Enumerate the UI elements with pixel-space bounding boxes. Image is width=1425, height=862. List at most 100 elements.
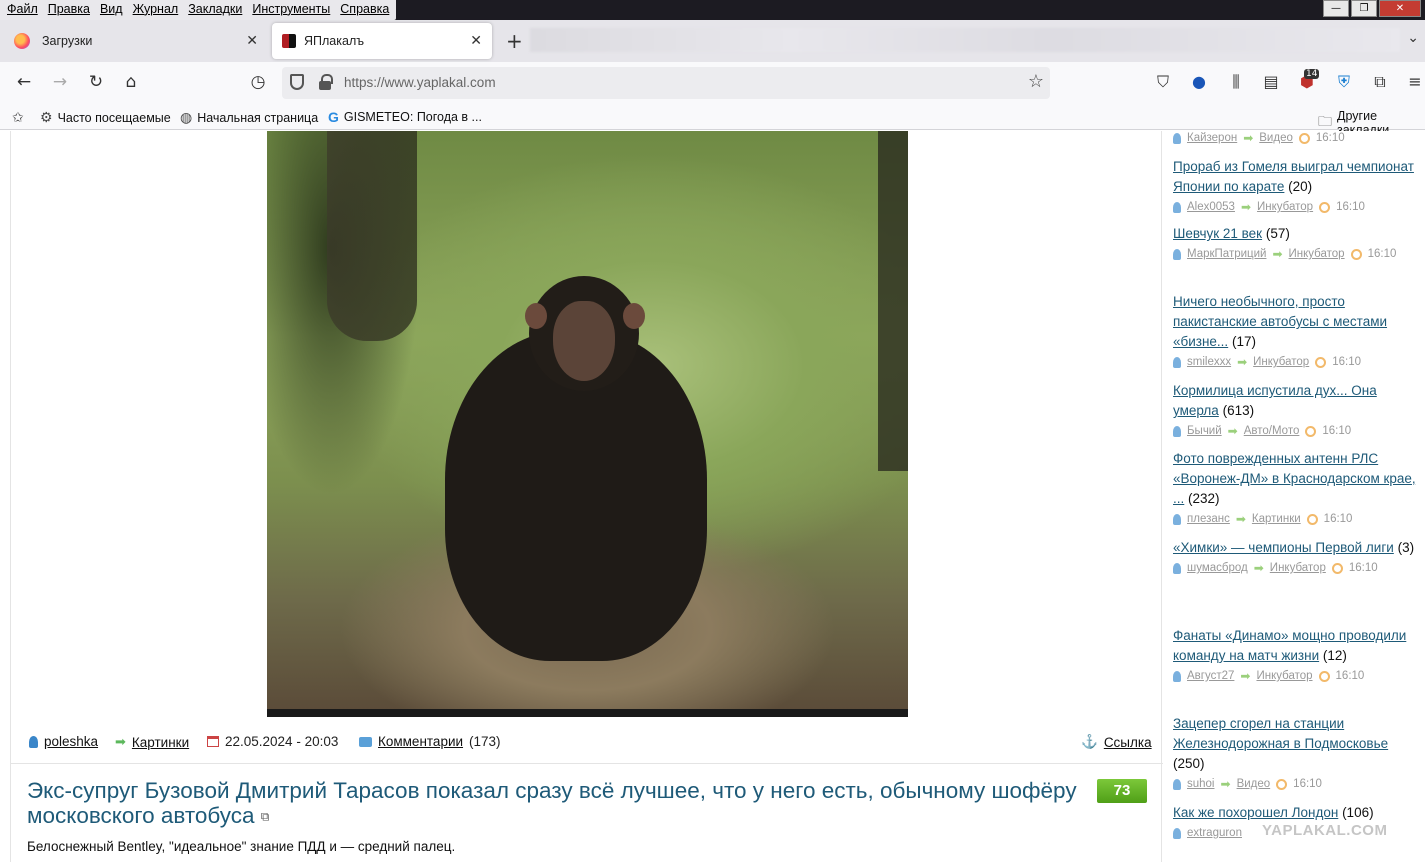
tracking-shield-icon[interactable] — [290, 74, 304, 90]
sidebar-title-link[interactable]: Как же похорошел Лондон — [1173, 805, 1338, 820]
window-controls: — ❐ ✕ — [1323, 0, 1421, 17]
arrow-right-icon: ➡ — [1243, 131, 1254, 145]
extension-badge: 14 — [1304, 69, 1320, 79]
sidebar-section-link[interactable]: Инкубатор — [1253, 352, 1309, 372]
sidebar-section-link[interactable]: Инкубатор — [1289, 244, 1345, 264]
chevron-down-icon[interactable]: ⌄ — [1407, 30, 1419, 46]
post-section: ➡ Картинки — [115, 734, 189, 750]
restore-button[interactable]: ❐ — [1351, 0, 1377, 17]
vpn-shield-icon[interactable]: ⛨ — [1333, 72, 1355, 92]
sidebar-section-link[interactable]: Инкубатор — [1257, 197, 1313, 217]
sidebar-title-link[interactable]: «Химки» — чемпионы Первой лиги — [1173, 540, 1394, 555]
arrow-right-icon: ➡ — [1240, 200, 1252, 214]
sidebar-item-title: «Химки» — чемпионы Первой лиги (3) — [1173, 538, 1423, 558]
sidebar-section-link[interactable]: Видео — [1259, 131, 1293, 148]
hamburger-menu-icon[interactable]: ≡ — [1404, 72, 1425, 91]
url-bar[interactable]: https://www.yaplakal.com ☆ — [282, 67, 1050, 99]
sidebar-user-link[interactable]: плезанс — [1187, 509, 1230, 529]
sidebar-section-link[interactable]: Картинки — [1252, 509, 1301, 529]
sidebar-item: Прораб из Гомеля выиграл чемпионат Япони… — [1173, 157, 1423, 217]
arrow-right-icon: ➡ — [1253, 561, 1264, 575]
sidebar-user-link[interactable]: smilexxx — [1187, 352, 1231, 372]
sidebar-user-link[interactable]: Alex0053 — [1187, 197, 1235, 217]
history-clock-icon[interactable]: ◷ — [246, 72, 270, 92]
permalink[interactable]: Ссылка — [1104, 735, 1152, 750]
menu-file[interactable]: Файл — [2, 0, 43, 20]
forward-icon[interactable]: → — [48, 72, 72, 92]
section-link[interactable]: Картинки — [132, 735, 189, 750]
close-tab-icon[interactable]: ✕ — [246, 32, 258, 49]
library-icon[interactable]: ⫼ — [1225, 72, 1247, 92]
sidebar-time: 16:10 — [1332, 356, 1361, 368]
sidebar-item-meta: suhoi ➡ Видео 16:10 — [1173, 774, 1423, 794]
home-icon[interactable]: ⌂ — [119, 72, 143, 92]
sidebar-item-title: Шевчук 21 век (57) — [1173, 224, 1423, 244]
sidebar-icon[interactable]: ▤ — [1260, 72, 1282, 91]
sidebar-item-title: Зацепер сгорел на станции Железнодорожна… — [1173, 714, 1423, 774]
arrow-right-icon: ➡ — [1227, 424, 1238, 438]
tab-downloads[interactable]: Загрузки ✕ — [2, 23, 268, 59]
sidebar-user-link[interactable]: Бычий — [1187, 421, 1222, 441]
sidebar-time: 16:10 — [1322, 425, 1352, 437]
sidebar-section-link[interactable]: Инкубатор — [1270, 558, 1326, 578]
sidebar-title-link[interactable]: Фанаты «Динамо» мощно проводили команду … — [1173, 628, 1406, 663]
sidebar-item: Ничего необычного, просто пакистанские а… — [1173, 292, 1423, 372]
menu-tools[interactable]: Инструменты — [247, 0, 335, 20]
next-post-title-text[interactable]: Экс-супруг Бузовой Дмитрий Тарасов показ… — [27, 778, 1077, 828]
close-window-button[interactable]: ✕ — [1379, 0, 1421, 17]
tab-yaplakal[interactable]: ЯПлакалъ ✕ — [272, 23, 492, 59]
post-image-chimpanzee[interactable] — [267, 131, 908, 717]
next-post-subtitle: Белоснежный Bentley, "идеальное" знание … — [27, 839, 456, 854]
bookmarks-bar: ✩ ⚙ Часто посещаемые ◍ Начальная страниц… — [0, 104, 1425, 137]
menu-edit[interactable]: Правка — [43, 0, 95, 20]
post-meta: poleshka ➡ Картинки 22.05.2024 - 20:03 К… — [27, 734, 1152, 754]
sidebar-section-link[interactable]: Видео — [1237, 774, 1271, 794]
sidebar-item: Зацепер сгорел на станции Железнодорожна… — [1173, 714, 1423, 794]
sidebar-title-link[interactable]: Шевчук 21 век — [1173, 226, 1262, 241]
user-icon — [1173, 425, 1181, 437]
menu-bookmarks[interactable]: Закладки — [183, 0, 247, 20]
bookmark-most-visited[interactable]: ⚙ Часто посещаемые — [40, 109, 171, 126]
bookmark-star-icon[interactable]: ☆ — [1028, 71, 1044, 92]
back-icon[interactable]: ← — [12, 72, 36, 92]
open-new-window-icon[interactable]: ⧉ — [261, 810, 270, 824]
sidebar-item: Кормилица испустила дух... Она умерла (6… — [1173, 381, 1423, 441]
sidebar-user-link[interactable]: МаркПатриций — [1187, 244, 1266, 264]
reload-icon[interactable]: ↻ — [84, 72, 108, 92]
chimp-ear — [623, 303, 645, 329]
menu-help[interactable]: Справка — [335, 0, 394, 20]
new-tab-icon[interactable]: + — [506, 29, 523, 53]
clock-icon — [1318, 670, 1330, 682]
sidebar-user-link[interactable]: suhoi — [1187, 774, 1215, 794]
sidebar-title-link[interactable]: Ничего необычного, просто пакистанские а… — [1173, 294, 1387, 349]
extensions-puzzle-icon[interactable]: ⧉ — [1369, 72, 1391, 92]
lock-icon[interactable] — [319, 74, 333, 90]
url-text[interactable]: https://www.yaplakal.com — [344, 75, 496, 90]
sidebar-user-link[interactable]: Август27 — [1187, 666, 1234, 686]
extension-globe-icon[interactable]: ● — [1188, 72, 1210, 91]
chimp-face — [553, 301, 615, 381]
author-link[interactable]: poleshka — [44, 734, 98, 749]
sidebar-section-link[interactable]: Инкубатор — [1256, 666, 1312, 686]
bookmark-start-page[interactable]: ◍ Начальная страница — [180, 109, 318, 126]
menu-history[interactable]: Журнал — [128, 0, 184, 20]
sidebar-user-link[interactable]: шумасброд — [1187, 558, 1248, 578]
sidebar-item-title: Ничего необычного, просто пакистанские а… — [1173, 292, 1423, 352]
sidebar-user-link[interactable]: extraguron — [1187, 823, 1242, 843]
menu-view[interactable]: Вид — [95, 0, 128, 20]
sidebar-title-link[interactable]: Кормилица испустила дух... Она умерла — [1173, 383, 1377, 418]
comments-link[interactable]: Комментарии — [378, 734, 463, 749]
bookmark-gismeteo[interactable]: G GISMETEO: Погода в ... — [328, 109, 482, 125]
sidebar-title-link[interactable]: Зацепер сгорел на станции Железнодорожна… — [1173, 716, 1388, 751]
minimize-button[interactable]: — — [1323, 0, 1349, 17]
sidebar-user-link[interactable]: Кайзерон — [1187, 131, 1237, 148]
bookmark-manager-icon[interactable]: ✩ — [12, 109, 24, 126]
sidebar-section-link[interactable]: Авто/Мото — [1244, 421, 1300, 441]
arrow-right-icon: ➡ — [1237, 355, 1248, 369]
sidebar-item-meta: Alex0053 ➡ Инкубатор 16:10 — [1173, 197, 1423, 217]
pocket-icon[interactable]: ⛉ — [1152, 72, 1174, 92]
rating-badge[interactable]: 73 — [1097, 779, 1147, 803]
next-post-title[interactable]: Экс-супруг Бузовой Дмитрий Тарасов показ… — [27, 778, 1077, 830]
arrow-right-icon: ➡ — [1235, 512, 1246, 526]
close-tab-icon[interactable]: ✕ — [470, 32, 482, 49]
